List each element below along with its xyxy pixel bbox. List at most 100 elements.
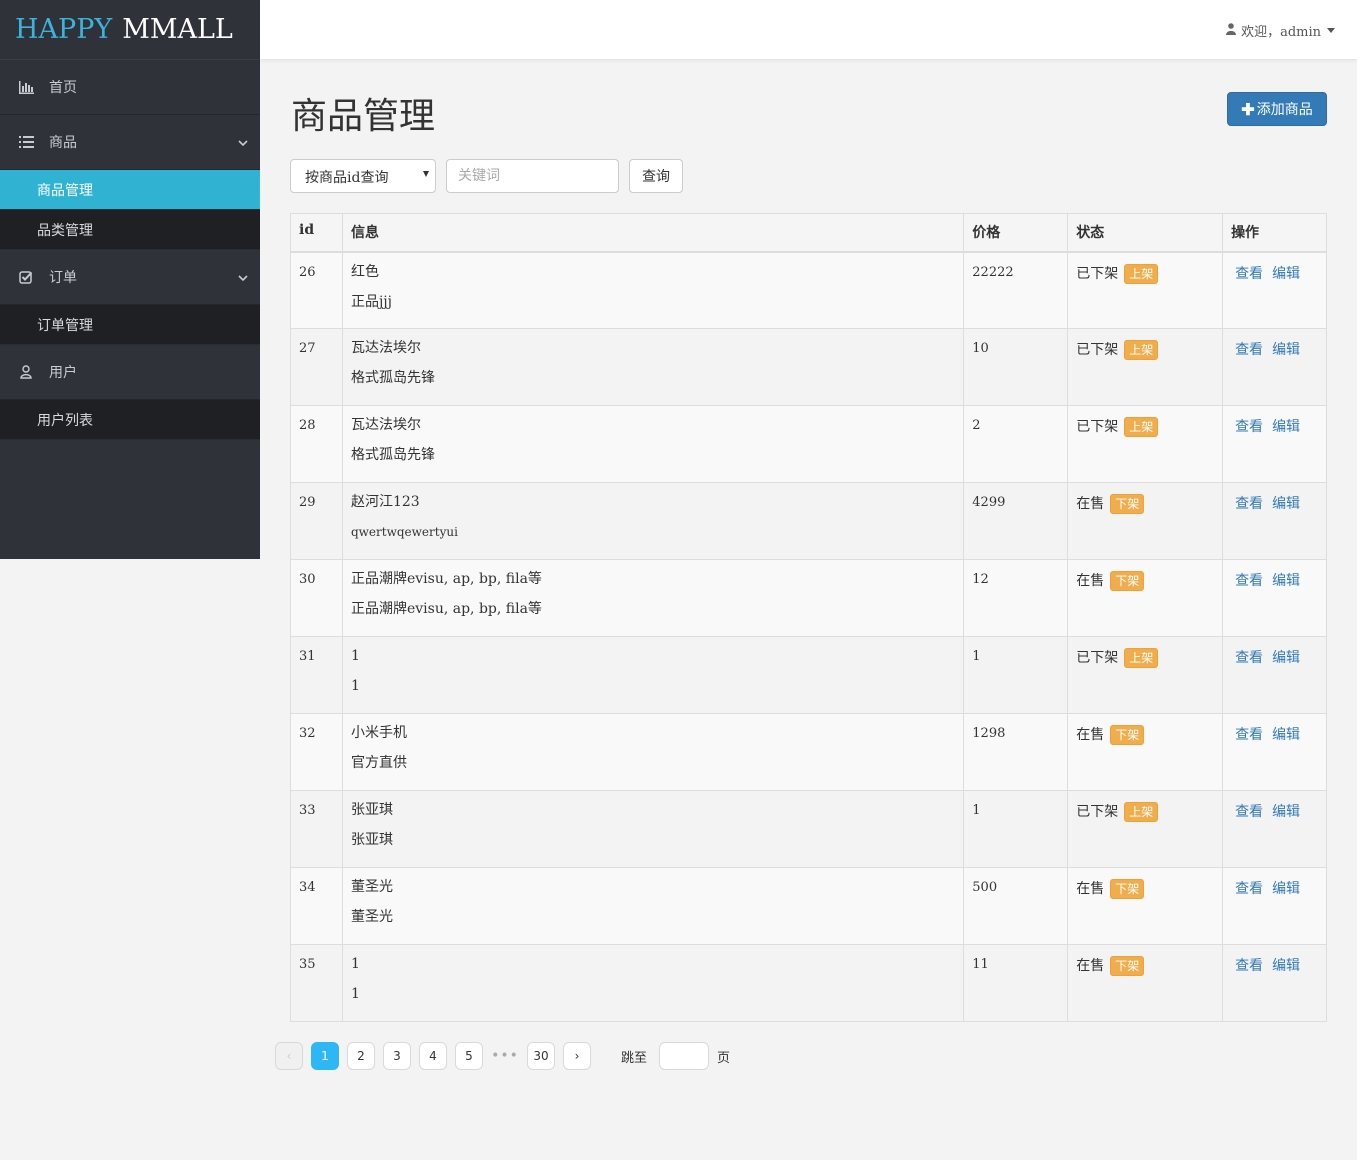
table-row: 29 赵河江123 qwertwqewertyui 4299 在售 下架 查看 编辑 <box>290 482 1327 560</box>
jump-page-input[interactable] <box>659 1042 710 1070</box>
product-subtitle: 格式孤岛先锋 <box>350 370 435 386</box>
toggle-status-button[interactable]: 下架 <box>1110 494 1145 514</box>
product-name: 1 <box>350 648 360 664</box>
jump-prefix-label: 跳至 <box>621 1050 648 1066</box>
toggle-status-button[interactable]: 上架 <box>1124 340 1159 360</box>
cell-status: 已下架 上架 <box>1067 405 1224 483</box>
edit-link[interactable]: 编辑 <box>1272 804 1300 820</box>
page-button-3[interactable]: 3 <box>383 1042 411 1070</box>
product-table: id 信息 价格 状态 操作 26 红色 正品jjj 22222 已下架 上架 查看 编辑 27… <box>290 213 1327 1022</box>
sidebar-item-category-manage[interactable]: 品类管理 <box>0 210 260 250</box>
brand-logo[interactable]: HAPPY MMALL <box>0 0 260 60</box>
cell-price: 12 <box>963 559 1069 637</box>
sidebar-item-home[interactable]: 首页 <box>0 60 260 115</box>
search-button[interactable]: 查询 <box>629 159 683 193</box>
edit-link[interactable]: 编辑 <box>1272 650 1300 666</box>
column-header-status[interactable]: 状态 <box>1067 213 1224 253</box>
column-header-actions[interactable]: 操作 <box>1222 213 1327 253</box>
sidebar-item-product[interactable]: 商品 <box>0 115 260 170</box>
view-link[interactable]: 查看 <box>1235 727 1263 743</box>
sidebar-item-user-list[interactable]: 用户列表 <box>0 400 260 440</box>
search-input[interactable] <box>446 159 619 193</box>
view-link[interactable]: 查看 <box>1235 496 1263 512</box>
sidebar-item-order-manage[interactable]: 订单管理 <box>0 305 260 345</box>
column-header-info[interactable]: 信息 <box>341 213 965 253</box>
toggle-status-button[interactable]: 上架 <box>1124 263 1159 284</box>
list-icon <box>18 134 34 150</box>
sidebar-label-user: 用户 <box>49 365 77 381</box>
product-name: 瓦达法埃尔 <box>350 417 421 433</box>
product-subtitle: 张亚琪 <box>350 832 393 848</box>
user-menu[interactable]: 欢迎，admin <box>1226 21 1335 40</box>
cell-status: 在售 下架 <box>1067 867 1224 945</box>
view-link[interactable]: 查看 <box>1235 958 1263 974</box>
edit-link[interactable]: 编辑 <box>1272 573 1300 589</box>
page-button-2[interactable]: 2 <box>347 1042 375 1070</box>
edit-link[interactable]: 编辑 <box>1272 958 1300 974</box>
edit-link[interactable]: 编辑 <box>1272 496 1300 512</box>
toggle-status-button[interactable]: 下架 <box>1110 879 1145 899</box>
column-header-price[interactable]: 价格 <box>963 213 1069 253</box>
cell-id: 33 <box>290 790 343 868</box>
product-subtitle: qwertwqewertyui <box>350 525 458 539</box>
sidebar-label-home: 首页 <box>49 80 77 96</box>
product-name: 赵河江123 <box>350 494 420 510</box>
sidebar-item-product-manage[interactable]: 商品管理 <box>0 170 260 210</box>
sidebar-label-order-manage: 订单管理 <box>37 317 93 334</box>
product-name: 张亚琪 <box>350 802 393 818</box>
status-text: 在售 <box>1076 496 1105 512</box>
toggle-status-button[interactable]: 上架 <box>1124 417 1159 437</box>
toggle-status-button[interactable]: 下架 <box>1110 571 1145 591</box>
sidebar-label-user-list: 用户列表 <box>37 412 93 429</box>
table-row: 34 董圣光 董圣光 500 在售 下架 查看 编辑 <box>290 867 1327 945</box>
edit-link[interactable]: 编辑 <box>1272 266 1300 282</box>
cell-price: 1298 <box>963 713 1069 791</box>
status-text: 在售 <box>1076 881 1105 897</box>
table-row: 28 瓦达法埃尔 格式孤岛先锋 2 已下架 上架 查看 编辑 <box>290 405 1327 483</box>
cell-status: 在售 下架 <box>1067 713 1224 791</box>
product-name: 董圣光 <box>350 879 393 895</box>
view-link[interactable]: 查看 <box>1235 881 1263 897</box>
sidebar-item-order[interactable]: 订单 <box>0 250 260 305</box>
sidebar-label-product: 商品 <box>49 135 77 151</box>
page-button-4[interactable]: 4 <box>419 1042 447 1070</box>
prev-page-button[interactable]: ‹ <box>275 1042 303 1070</box>
cell-status: 在售 下架 <box>1067 944 1224 1022</box>
page-ellipsis[interactable]: ••• <box>491 1048 519 1064</box>
next-page-button[interactable]: › <box>563 1042 591 1070</box>
toggle-status-button[interactable]: 上架 <box>1124 802 1159 822</box>
view-link[interactable]: 查看 <box>1235 804 1263 820</box>
table-row: 31 1 1 1 已下架 上架 查看 编辑 <box>290 636 1327 714</box>
page-button-1[interactable]: 1 <box>311 1042 339 1070</box>
product-subtitle: 董圣光 <box>350 909 393 925</box>
cell-actions: 查看 编辑 <box>1222 328 1327 406</box>
table-row: 32 小米手机 官方直供 1298 在售 下架 查看 编辑 <box>290 713 1327 791</box>
search-type-select[interactable]: 按商品id查询 <box>290 159 436 193</box>
view-link[interactable]: 查看 <box>1235 650 1263 666</box>
cell-actions: 查看 编辑 <box>1222 790 1327 868</box>
view-link[interactable]: 查看 <box>1235 266 1263 282</box>
bar-chart-icon <box>18 79 34 95</box>
caret-down-icon <box>1327 28 1335 33</box>
cell-status: 已下架 上架 <box>1067 790 1224 868</box>
edit-link[interactable]: 编辑 <box>1272 727 1300 743</box>
column-header-id[interactable]: id <box>290 213 343 253</box>
cell-actions: 查看 编辑 <box>1222 867 1327 945</box>
toggle-status-button[interactable]: 下架 <box>1110 725 1145 745</box>
sidebar-item-user[interactable]: 用户 <box>0 345 260 400</box>
toggle-status-button[interactable]: 下架 <box>1110 956 1145 976</box>
edit-link[interactable]: 编辑 <box>1272 881 1300 897</box>
pagination: ‹ 1 2 3 4 5 ••• 30 › 跳至 页 <box>275 1042 730 1070</box>
toggle-status-button[interactable]: 上架 <box>1124 648 1159 668</box>
page-button-5[interactable]: 5 <box>455 1042 483 1070</box>
add-product-button[interactable]: ✚ 添加商品 <box>1227 92 1327 126</box>
edit-link[interactable]: 编辑 <box>1272 419 1300 435</box>
cell-status: 已下架 上架 <box>1067 636 1224 714</box>
page-button-last[interactable]: 30 <box>527 1042 555 1070</box>
cell-price: 4299 <box>963 482 1069 560</box>
cell-actions: 查看 编辑 <box>1222 559 1327 637</box>
view-link[interactable]: 查看 <box>1235 573 1263 589</box>
edit-link[interactable]: 编辑 <box>1272 342 1300 358</box>
view-link[interactable]: 查看 <box>1235 419 1263 435</box>
view-link[interactable]: 查看 <box>1235 342 1263 358</box>
